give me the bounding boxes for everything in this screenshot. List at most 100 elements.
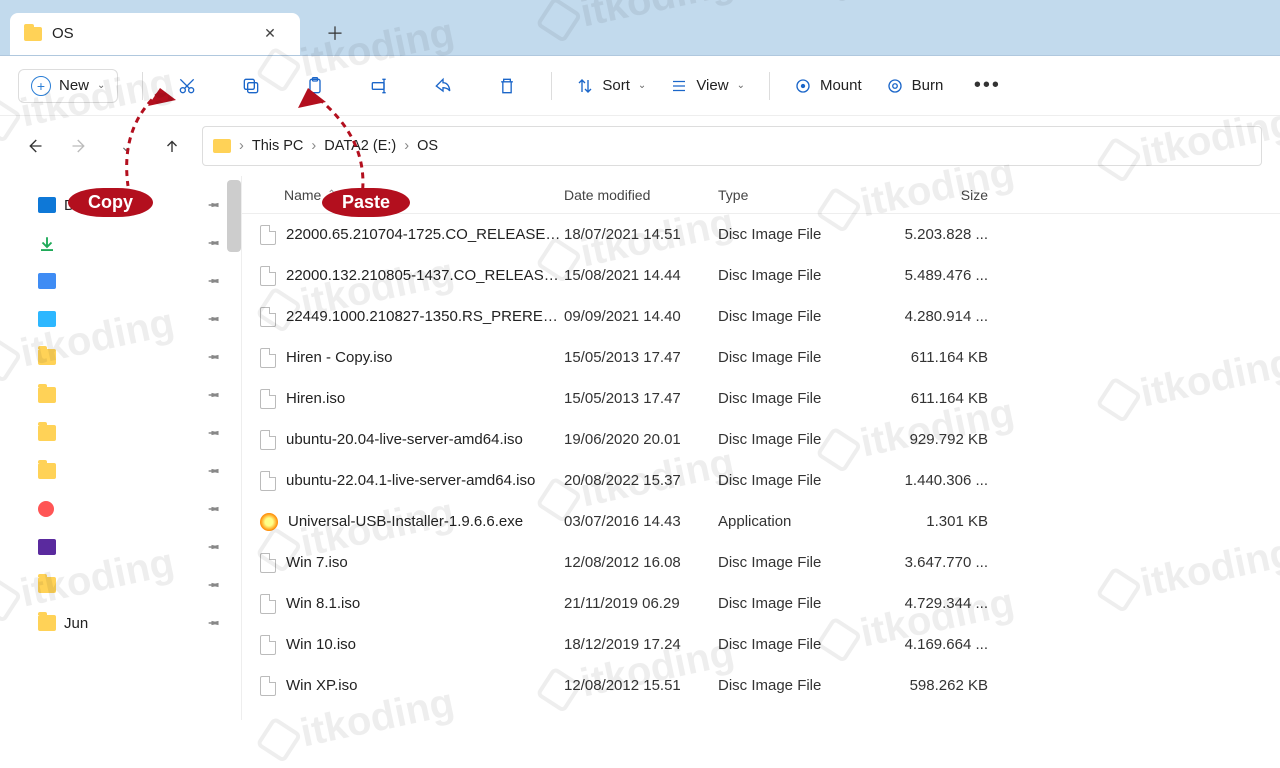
file-row[interactable]: 22000.65.210704-1725.CO_RELEASE_SVC_...1… xyxy=(242,214,1280,255)
close-tab-button[interactable]: ✕ xyxy=(254,18,286,50)
column-size[interactable]: Size xyxy=(878,187,998,203)
file-row[interactable]: 22000.132.210805-1437.CO_RELEASE_SV...15… xyxy=(242,255,1280,296)
sidebar-item[interactable] xyxy=(0,262,241,300)
cell-name: Hiren - Copy.iso xyxy=(242,348,564,368)
cell-name: 22000.132.210805-1437.CO_RELEASE_SV... xyxy=(242,266,564,286)
folder-icon xyxy=(38,425,56,441)
cell-size: 611.164 KB xyxy=(878,390,998,407)
share-button[interactable] xyxy=(423,66,463,106)
cell-name: Win 7.iso xyxy=(242,553,564,573)
breadcrumb-item[interactable]: OS xyxy=(417,138,438,154)
file-row[interactable]: ubuntu-20.04-live-server-amd64.iso19/06/… xyxy=(242,419,1280,460)
cell-date: 15/08/2021 14.44 xyxy=(564,267,718,284)
sidebar-item[interactable]: Jun xyxy=(0,604,241,642)
cell-size: 4.729.344 ... xyxy=(878,595,998,612)
iso-file-icon xyxy=(260,266,276,286)
cell-name: Win 8.1.iso xyxy=(242,594,564,614)
cell-date: 21/11/2019 06.29 xyxy=(564,595,718,612)
cell-type: Disc Image File xyxy=(718,308,878,325)
sidebar-item[interactable] xyxy=(0,452,241,490)
titlebar: OS ✕ ＋ xyxy=(0,0,1280,56)
file-row[interactable]: Universal-USB-Installer-1.9.6.6.exe03/07… xyxy=(242,501,1280,542)
burn-icon xyxy=(886,77,904,95)
view-button[interactable]: View ⌄ xyxy=(670,77,745,95)
sort-icon xyxy=(576,77,594,95)
file-row[interactable]: 22449.1000.210827-1350.RS_PRERELEASE...0… xyxy=(242,296,1280,337)
cell-date: 12/08/2012 16.08 xyxy=(564,554,718,571)
back-button[interactable] xyxy=(18,130,50,162)
desktop-icon xyxy=(38,197,56,213)
cell-size: 5.203.828 ... xyxy=(878,226,998,243)
mount-button[interactable]: Mount xyxy=(794,77,862,95)
cell-name: Win XP.iso xyxy=(242,676,564,696)
cell-date: 19/06/2020 20.01 xyxy=(564,431,718,448)
cell-size: 611.164 KB xyxy=(878,349,998,366)
sidebar-item[interactable] xyxy=(0,566,241,604)
forward-button[interactable] xyxy=(64,130,96,162)
cell-size: 5.489.476 ... xyxy=(878,267,998,284)
iso-file-icon xyxy=(260,225,276,245)
copy-button[interactable] xyxy=(231,66,271,106)
cell-type: Disc Image File xyxy=(718,677,878,694)
chevron-down-icon: ⌄ xyxy=(737,80,745,91)
file-row[interactable]: Hiren.iso15/05/2013 17.47Disc Image File… xyxy=(242,378,1280,419)
folder-icon xyxy=(38,615,56,631)
content: DesktopJun Name ⌃ Date modified Type Siz… xyxy=(0,176,1280,720)
pin-icon xyxy=(207,387,224,404)
downloads-icon xyxy=(38,235,56,251)
view-label: View xyxy=(696,77,728,94)
burn-button[interactable]: Burn xyxy=(886,77,944,95)
file-row[interactable]: Win 10.iso18/12/2019 17.24Disc Image Fil… xyxy=(242,624,1280,665)
iso-file-icon xyxy=(260,389,276,409)
pin-icon xyxy=(207,539,224,556)
cell-date: 12/08/2012 15.51 xyxy=(564,677,718,694)
file-row[interactable]: ubuntu-22.04.1-live-server-amd64.iso20/0… xyxy=(242,460,1280,501)
file-row[interactable]: Win 7.iso12/08/2012 16.08Disc Image File… xyxy=(242,542,1280,583)
folder-icon xyxy=(213,139,231,153)
new-tab-button[interactable]: ＋ xyxy=(318,16,352,50)
sidebar-item[interactable] xyxy=(0,300,241,338)
cell-date: 09/09/2021 14.40 xyxy=(564,308,718,325)
file-row[interactable]: Hiren - Copy.iso15/05/2013 17.47Disc Ima… xyxy=(242,337,1280,378)
cell-size: 1.301 KB xyxy=(878,513,998,530)
delete-button[interactable] xyxy=(487,66,527,106)
annotation-copy: Copy xyxy=(68,188,153,217)
file-row[interactable]: Win 8.1.iso21/11/2019 06.29Disc Image Fi… xyxy=(242,583,1280,624)
cell-type: Disc Image File xyxy=(718,226,878,243)
cell-type: Disc Image File xyxy=(718,636,878,653)
new-label: New xyxy=(59,77,89,94)
column-type[interactable]: Type xyxy=(718,187,878,203)
iso-file-icon xyxy=(260,430,276,450)
cell-name: ubuntu-20.04-live-server-amd64.iso xyxy=(242,430,564,450)
cell-date: 20/08/2022 15.37 xyxy=(564,472,718,489)
folder-icon xyxy=(38,463,56,479)
folder-icon xyxy=(24,27,42,41)
sidebar-item[interactable] xyxy=(0,376,241,414)
sidebar-item[interactable] xyxy=(0,224,241,262)
active-tab[interactable]: OS ✕ xyxy=(10,13,300,55)
iso-file-icon xyxy=(260,348,276,368)
sort-button[interactable]: Sort ⌄ xyxy=(576,77,646,95)
sidebar-item[interactable] xyxy=(0,338,241,376)
tab-title: OS xyxy=(52,25,244,42)
app-icon xyxy=(260,513,278,531)
sidebar-item[interactable] xyxy=(0,414,241,452)
cell-date: 15/05/2013 17.47 xyxy=(564,390,718,407)
more-button[interactable]: ••• xyxy=(967,66,1007,106)
sidebar-item[interactable] xyxy=(0,490,241,528)
cell-date: 03/07/2016 14.43 xyxy=(564,513,718,530)
sidebar-item[interactable] xyxy=(0,528,241,566)
column-date[interactable]: Date modified xyxy=(564,187,718,203)
cell-name: ubuntu-22.04.1-live-server-amd64.iso xyxy=(242,471,564,491)
cell-name: Universal-USB-Installer-1.9.6.6.exe xyxy=(242,513,564,531)
cell-type: Disc Image File xyxy=(718,472,878,489)
music-icon xyxy=(38,501,54,517)
separator xyxy=(551,72,552,100)
chevron-down-icon: ⌄ xyxy=(638,80,646,91)
mount-label: Mount xyxy=(820,77,862,94)
pictures-icon xyxy=(38,311,56,327)
cell-type: Disc Image File xyxy=(718,267,878,284)
cell-name: Win 10.iso xyxy=(242,635,564,655)
iso-file-icon xyxy=(260,471,276,491)
file-row[interactable]: Win XP.iso12/08/2012 15.51Disc Image Fil… xyxy=(242,665,1280,706)
